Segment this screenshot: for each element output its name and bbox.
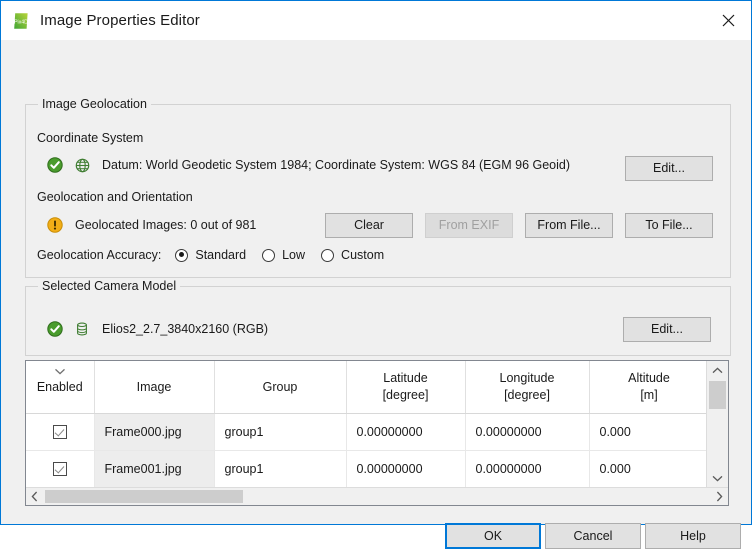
coordinate-system-edit-button[interactable]: Edit... <box>625 156 713 181</box>
titlebar: Pix4D Image Properties Editor <box>1 1 751 40</box>
table-row[interactable]: Frame001.jpg group1 0.00000000 0.0000000… <box>26 450 707 488</box>
accuracy-radio-custom-label: Custom <box>341 248 385 262</box>
warning-exclamation-icon <box>47 217 63 233</box>
accuracy-radio-custom[interactable]: Custom <box>321 248 384 262</box>
coordinate-system-status-row: Datum: World Geodetic System 1984; Coord… <box>47 157 570 173</box>
column-header-longitude-label: Longitude <box>499 371 555 386</box>
table-viewport: Enabled Image Group Latitude [degree] Lo… <box>26 361 707 488</box>
column-header-image-label: Image <box>136 379 172 394</box>
green-check-circle-icon <box>47 321 63 337</box>
table-header-row: Enabled Image Group Latitude [degree] Lo… <box>26 361 707 414</box>
vertical-scroll-thumb[interactable] <box>709 381 726 409</box>
image-properties-editor-dialog: Pix4D Image Properties Editor Image Geol… <box>0 0 752 549</box>
row-image-name: Frame001.jpg <box>94 450 215 488</box>
row-longitude: 0.00000000 <box>465 413 590 451</box>
green-check-circle-icon <box>47 157 63 173</box>
row-group: group1 <box>214 450 347 488</box>
camera-model-edit-button[interactable]: Edit... <box>623 317 711 342</box>
chevron-left-icon <box>31 491 38 502</box>
clear-button[interactable]: Clear <box>325 213 413 238</box>
chevron-right-icon <box>716 491 723 502</box>
row-enabled-checkbox-cell[interactable] <box>26 413 95 451</box>
accuracy-radio-low[interactable]: Low <box>262 248 305 262</box>
column-header-enabled[interactable]: Enabled <box>26 361 95 414</box>
camera-model-status-row: Elios2_2.7_3840x2160 (RGB) <box>47 321 268 337</box>
to-file-button[interactable]: To File... <box>625 213 713 238</box>
column-header-longitude-unit: [degree] <box>504 388 550 402</box>
globe-icon <box>75 158 90 173</box>
scroll-down-button[interactable] <box>707 469 728 488</box>
ok-button[interactable]: OK <box>445 523 541 549</box>
horizontal-scroll-thumb[interactable] <box>45 490 243 503</box>
row-longitude: 0.00000000 <box>465 450 590 488</box>
column-header-altitude[interactable]: Altitude [m] <box>589 361 707 414</box>
table-row[interactable]: Frame000.jpg group1 0.00000000 0.0000000… <box>26 413 707 451</box>
close-button[interactable] <box>706 1 751 39</box>
accuracy-radio-standard-label: Standard <box>195 248 247 262</box>
chevron-down-icon <box>712 475 723 482</box>
column-header-group[interactable]: Group <box>214 361 347 414</box>
accuracy-radio-low-label: Low <box>282 248 306 262</box>
scroll-up-button[interactable] <box>707 361 728 380</box>
column-header-latitude-label: Latitude <box>383 371 428 386</box>
dialog-body: Image Geolocation Coordinate System Datu… <box>1 40 751 549</box>
column-header-image[interactable]: Image <box>94 361 215 414</box>
scroll-left-button[interactable] <box>26 488 43 505</box>
close-icon <box>722 14 735 26</box>
geolocation-orientation-label: Geolocation and Orientation <box>37 190 193 204</box>
from-exif-button: From EXIF <box>425 213 513 238</box>
coordinate-system-value: Datum: World Geodetic System 1984; Coord… <box>102 158 571 172</box>
image-properties-table: Enabled Image Group Latitude [degree] Lo… <box>25 360 729 506</box>
checkbox-icon[interactable] <box>52 425 67 440</box>
radio-mark-icon <box>321 248 335 262</box>
pix4d-leaf-icon: Pix4D <box>12 12 30 30</box>
from-file-button[interactable]: From File... <box>525 213 613 238</box>
geolocation-accuracy-label: Geolocation Accuracy: <box>37 248 162 262</box>
radio-mark-icon <box>262 248 276 262</box>
row-latitude: 0.00000000 <box>346 450 466 488</box>
row-latitude: 0.00000000 <box>346 413 466 451</box>
column-header-enabled-label: Enabled <box>36 379 83 394</box>
chevron-down-icon[interactable] <box>54 363 65 380</box>
column-header-altitude-label: Altitude <box>628 371 670 386</box>
row-altitude: 0.000 <box>589 450 707 488</box>
scroll-right-button[interactable] <box>711 488 728 505</box>
coordinate-system-label: Coordinate System <box>37 131 144 145</box>
table-horizontal-scrollbar[interactable] <box>26 487 728 505</box>
image-geolocation-group-title: Image Geolocation <box>38 97 151 111</box>
geolocated-images-status-text: Geolocated Images: 0 out of 981 <box>75 218 257 232</box>
svg-text:Pix4D: Pix4D <box>14 19 28 25</box>
cancel-button[interactable]: Cancel <box>545 523 641 549</box>
radio-mark-icon <box>175 248 189 262</box>
window-title: Image Properties Editor <box>40 12 200 29</box>
camera-model-value: Elios2_2.7_3840x2160 (RGB) <box>102 322 269 336</box>
column-header-latitude[interactable]: Latitude [degree] <box>346 361 466 414</box>
column-header-group-label: Group <box>262 379 298 394</box>
column-header-altitude-unit: [m] <box>640 388 658 402</box>
help-button[interactable]: Help <box>645 523 741 549</box>
geolocation-accuracy-row: Geolocation Accuracy: Standard Low Custo… <box>37 248 400 262</box>
accuracy-radio-standard[interactable]: Standard <box>175 248 246 262</box>
row-image-name: Frame000.jpg <box>94 413 215 451</box>
column-header-longitude[interactable]: Longitude [degree] <box>465 361 590 414</box>
chevron-up-icon <box>712 367 723 374</box>
geolocated-images-status-row: Geolocated Images: 0 out of 981 <box>47 217 256 233</box>
database-icon <box>75 322 90 337</box>
column-header-latitude-unit: [degree] <box>382 388 429 402</box>
checkbox-icon[interactable] <box>52 462 67 477</box>
table-vertical-scrollbar[interactable] <box>706 361 728 488</box>
row-enabled-checkbox-cell[interactable] <box>26 450 95 488</box>
selected-camera-model-group-title: Selected Camera Model <box>38 279 181 293</box>
row-group: group1 <box>214 413 347 451</box>
row-altitude: 0.000 <box>589 413 707 451</box>
